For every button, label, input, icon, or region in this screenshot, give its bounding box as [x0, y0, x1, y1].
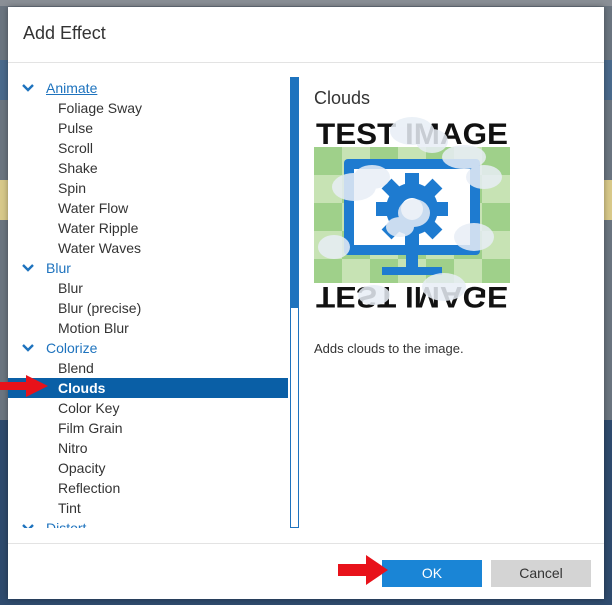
tree-group-label: Colorize: [46, 340, 98, 356]
tree-group-label: Distort: [46, 520, 87, 528]
tree-group-label: Blur: [46, 260, 71, 276]
tree-item-shake[interactable]: Shake: [8, 158, 288, 178]
chevron-down-icon: [22, 84, 34, 92]
tree-item-reflection[interactable]: Reflection: [8, 478, 288, 498]
effect-title: Clouds: [314, 88, 371, 108]
tree-item-foliage-sway[interactable]: Foliage Sway: [8, 98, 288, 118]
dialog-header: Add Effect: [8, 7, 604, 63]
tree-item-spin[interactable]: Spin: [8, 178, 288, 198]
effect-description: Adds clouds to the image.: [314, 341, 464, 356]
tree-group-animate[interactable]: Animate: [8, 78, 288, 98]
tree-group-label: Animate: [46, 80, 98, 96]
tree-item-blur[interactable]: Blur: [8, 278, 288, 298]
chevron-down-icon: [22, 344, 34, 352]
tree-item-blur-precise[interactable]: Blur (precise): [8, 298, 288, 318]
ok-button[interactable]: OK: [382, 560, 482, 587]
cancel-button[interactable]: Cancel: [491, 560, 591, 587]
tree-scrollbar[interactable]: [290, 77, 299, 528]
tree-item-water-ripple[interactable]: Water Ripple: [8, 218, 288, 238]
dialog-title: Add Effect: [23, 23, 106, 43]
tree-item-clouds[interactable]: Clouds: [8, 378, 288, 398]
tree-item-film-grain[interactable]: Film Grain: [8, 418, 288, 438]
effect-tree: Animate Foliage Sway Pulse Scroll Shake …: [8, 78, 298, 528]
preview-graphic: TEST IMAGE TEST IMAGE: [314, 117, 510, 313]
tree-item-nitro[interactable]: Nitro: [8, 438, 288, 458]
tree-group-colorize[interactable]: Colorize: [8, 338, 288, 358]
effect-preview-image: TEST IMAGE TEST IMAGE: [314, 117, 510, 313]
scrollbar-thumb[interactable]: [291, 78, 298, 308]
red-arrow-icon: [0, 375, 48, 397]
tree-item-scroll[interactable]: Scroll: [8, 138, 288, 158]
desktop-background: [0, 0, 612, 6]
tree-group-blur[interactable]: Blur: [8, 258, 288, 278]
add-effect-dialog: Add Effect Animate Foliage Sway Pulse Sc…: [8, 7, 604, 599]
tree-item-pulse[interactable]: Pulse: [8, 118, 288, 138]
dialog-footer: OK Cancel: [8, 543, 604, 599]
chevron-down-icon: [22, 524, 34, 528]
tree-item-water-waves[interactable]: Water Waves: [8, 238, 288, 258]
red-arrow-icon: [338, 555, 388, 585]
tree-item-tint[interactable]: Tint: [8, 498, 288, 518]
tree-item-water-flow[interactable]: Water Flow: [8, 198, 288, 218]
tree-item-opacity[interactable]: Opacity: [8, 458, 288, 478]
tree-group-distort[interactable]: Distort: [8, 518, 288, 528]
tree-item-motion-blur[interactable]: Motion Blur: [8, 318, 288, 338]
chevron-down-icon: [22, 264, 34, 272]
tree-item-color-key[interactable]: Color Key: [8, 398, 288, 418]
tree-item-blend[interactable]: Blend: [8, 358, 288, 378]
preview-text-bottom: TEST IMAGE: [316, 280, 508, 313]
